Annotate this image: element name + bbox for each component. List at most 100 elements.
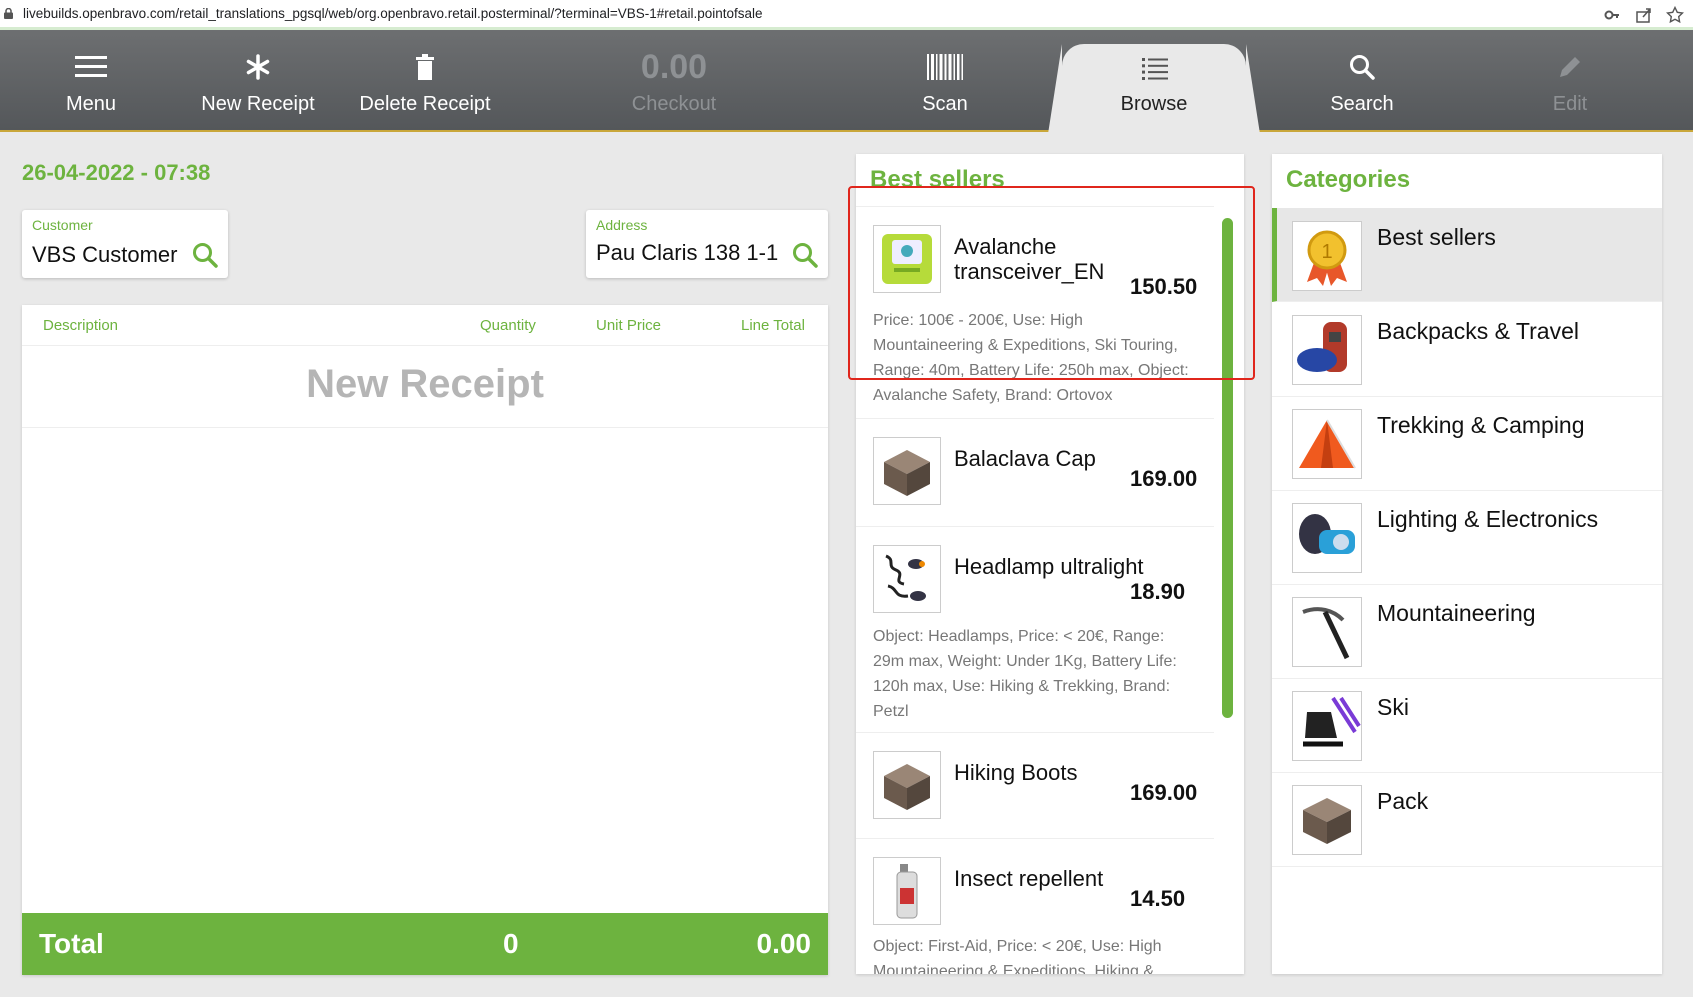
total-quantity: 0 <box>503 928 519 959</box>
balaclava-cap-thumbnail <box>873 437 941 505</box>
product-description: Object: First-Aid, Price: < 20€, Use: Hi… <box>873 934 1193 974</box>
col-quantity: Quantity <box>480 317 536 334</box>
customer-field[interactable]: Customer VBS Customer <box>22 210 228 278</box>
category-mountaineering[interactable]: Mountaineering <box>1272 584 1662 679</box>
address-value: Pau Claris 138 1-1 <box>596 240 779 265</box>
bookmark-star-icon[interactable] <box>1666 6 1684 24</box>
category-name: Lighting & Electronics <box>1377 506 1599 532</box>
category-best-sellers[interactable]: 1 Best sellers <box>1272 208 1662 302</box>
new-receipt-placeholder: New Receipt <box>306 362 544 406</box>
desc-line: 29m max, Weight: Under 1Kg, Battery Life… <box>873 653 1177 670</box>
category-trekking-camping[interactable]: Trekking & Camping <box>1272 396 1662 491</box>
asterisk-icon <box>246 54 270 80</box>
col-line-total: Line Total <box>741 317 805 334</box>
product-price: 18.90 <box>1130 579 1186 604</box>
divider <box>856 526 1214 527</box>
divider <box>22 427 828 428</box>
trash-icon <box>416 54 434 80</box>
product-name: Balaclava Cap <box>954 446 1096 471</box>
scan-label: Scan <box>922 93 968 115</box>
address-search-icon[interactable] <box>792 242 818 268</box>
medal-icon: 1 <box>1292 221 1362 291</box>
category-name: Backpacks & Travel <box>1377 318 1579 344</box>
search-label: Search <box>1330 93 1394 115</box>
checkout-label: Checkout <box>631 93 717 115</box>
lock-icon <box>4 8 13 19</box>
barcode-icon <box>927 54 963 80</box>
headlamp-thumbnail <box>873 545 941 613</box>
col-unit-price: Unit Price <box>596 317 662 334</box>
tent-icon <box>1292 409 1362 479</box>
desc-line: Avalanche Safety, Brand: Ortovox <box>873 387 1113 404</box>
insect-repellent-thumbnail <box>873 857 941 925</box>
browse-label: Browse <box>1120 93 1188 115</box>
hamburger-icon <box>75 56 107 77</box>
customer-label: Customer <box>32 217 93 233</box>
share-icon[interactable] <box>1635 6 1653 24</box>
receipt-datetime: 26-04-2022 - 07:38 <box>22 160 211 185</box>
product-name: Hiking Boots <box>954 760 1078 785</box>
category-name: Best sellers <box>1377 224 1496 250</box>
url-text[interactable]: livebuilds.openbravo.com/retail_translat… <box>23 6 763 21</box>
scan-button[interactable]: Scan <box>850 30 1040 130</box>
headlamp-category-icon <box>1292 503 1362 573</box>
category-name: Pack <box>1377 788 1429 814</box>
total-bar[interactable]: Total 0 0.00 <box>22 913 828 975</box>
desc-line: Petzl <box>873 703 909 720</box>
category-name: Trekking & Camping <box>1377 412 1585 438</box>
ski-boot-icon <box>1292 691 1362 761</box>
ice-axe-icon <box>1292 597 1362 667</box>
menu-button[interactable]: Menu <box>0 30 182 130</box>
divider <box>856 838 1214 839</box>
category-lighting-electronics[interactable]: Lighting & Electronics <box>1272 490 1662 585</box>
categories-title: Categories <box>1286 166 1411 193</box>
highlight-box <box>848 186 1255 380</box>
product-name: Headlamp ultralight <box>954 554 1144 579</box>
menu-label: Menu <box>65 93 117 115</box>
pencil-icon <box>1560 57 1580 77</box>
backpack-icon <box>1292 315 1362 385</box>
category-pack[interactable]: Pack <box>1272 772 1662 867</box>
category-name: Ski <box>1377 694 1409 720</box>
address-label: Address <box>596 217 648 233</box>
hiking-boots-thumbnail <box>873 751 941 819</box>
new-receipt-button[interactable]: New Receipt <box>182 30 334 130</box>
total-amount: 0.00 <box>756 928 812 959</box>
checkout-button[interactable]: 0.00 Checkout <box>574 30 774 130</box>
divider <box>856 732 1214 733</box>
delete-receipt-button[interactable]: Delete Receipt <box>334 30 516 130</box>
desc-line: Object: First-Aid, Price: < 20€, Use: Hi… <box>873 938 1162 955</box>
product-description: Object: Headlamps, Price: < 20€, Range: … <box>873 624 1193 724</box>
list-icon <box>1142 58 1168 80</box>
receipt-lines-panel: Description Quantity Unit Price Line Tot… <box>22 305 828 975</box>
desc-line: Object: Headlamps, Price: < 20€, Range: <box>873 628 1165 645</box>
desc-line: 120h max, Use: Hiking & Trekking, Brand: <box>873 678 1171 695</box>
category-name: Mountaineering <box>1377 600 1536 626</box>
new-receipt-label: New Receipt <box>201 93 315 115</box>
search-button[interactable]: Search <box>1262 30 1462 130</box>
customer-search-icon[interactable] <box>192 242 218 268</box>
checkout-amount: 0.00 <box>640 48 708 86</box>
edit-label: Edit <box>1552 93 1588 115</box>
delete-receipt-label: Delete Receipt <box>359 93 491 115</box>
svg-text:1: 1 <box>1321 241 1332 263</box>
box-icon <box>1292 785 1362 855</box>
category-ski[interactable]: Ski <box>1272 678 1662 773</box>
key-icon[interactable] <box>1603 6 1621 24</box>
total-label: Total <box>39 928 104 959</box>
desc-line: Mountaineering & Expeditions, Hiking & <box>873 963 1155 974</box>
product-price: 14.50 <box>1130 886 1186 911</box>
browser-address-bar[interactable]: livebuilds.openbravo.com/retail_translat… <box>0 0 1693 30</box>
edit-button[interactable]: Edit <box>1470 30 1670 130</box>
customer-value: VBS Customer <box>32 242 178 267</box>
search-icon <box>1350 55 1375 80</box>
col-description: Description <box>43 317 119 334</box>
browse-tab[interactable]: Browse <box>1062 44 1246 134</box>
product-price: 169.00 <box>1130 466 1198 491</box>
category-backpacks-travel[interactable]: Backpacks & Travel <box>1272 302 1662 397</box>
product-name: Insect repellent <box>954 866 1104 891</box>
address-field[interactable]: Address Pau Claris 138 1-1 <box>586 210 828 278</box>
receipt-header-row: Description Quantity Unit Price Line Tot… <box>22 305 828 346</box>
product-price: 169.00 <box>1130 780 1198 805</box>
divider <box>856 418 1214 419</box>
